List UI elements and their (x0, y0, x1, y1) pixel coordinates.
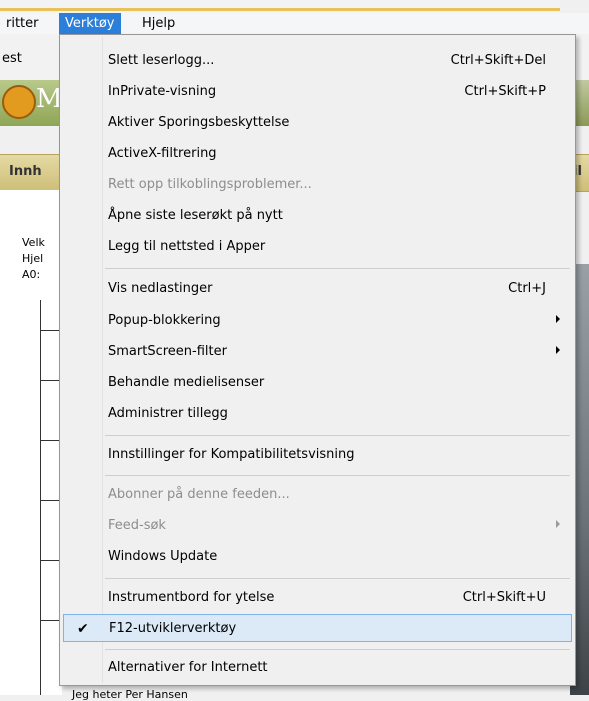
menu-item-shortcut: Ctrl+Skift+Del (450, 53, 546, 68)
menu-item-label: Behandle medielisenser (108, 375, 265, 390)
menu-item-label: Vis nedlastinger (108, 281, 213, 296)
tree-connector (40, 330, 60, 331)
menu-item-label: ActiveX-filtrering (108, 146, 217, 161)
tree-item[interactable]: A0: (22, 268, 40, 281)
window-top-strip (0, 0, 560, 13)
menu-help[interactable]: Hjelp (136, 13, 181, 34)
menu-item-label: Åpne siste leserøkt på nytt (108, 208, 283, 223)
menu-item-label: Instrumentbord for ytelse (108, 590, 275, 605)
tree-connector (40, 560, 60, 561)
menu-item-compatibility-settings[interactable]: Innstillinger for Kompatibilitetsvisning (63, 441, 572, 469)
menu-item-tracking-protection[interactable]: Aktiver Sporingsbeskyttelse (63, 109, 572, 137)
menu-item-view-downloads[interactable]: Vis nedlastinger Ctrl+J (63, 275, 572, 303)
tree-connector (40, 380, 60, 381)
checkmark-icon: ✔ (77, 621, 89, 637)
menu-item-shortcut: Ctrl+Skift+U (462, 590, 546, 605)
tree-item[interactable]: Hjel (22, 252, 43, 265)
tree-item[interactable]: Velk (22, 236, 45, 249)
menu-item-label: Administrer tillegg (108, 406, 228, 421)
menu-item-f12-developer-tools[interactable]: ✔ F12-utviklerverktøy (63, 614, 572, 642)
menu-favorites[interactable]: ritter (0, 13, 45, 34)
menu-item-activex-filtering[interactable]: ActiveX-filtrering (63, 140, 572, 168)
tree-connector (40, 620, 60, 621)
favorites-text[interactable]: est (2, 51, 22, 66)
menu-item-popup-blocker[interactable]: Popup-blokkering (63, 307, 572, 335)
submenu-arrow-icon (556, 346, 560, 354)
menu-item-label: Windows Update (108, 549, 218, 564)
menu-item-label: SmartScreen-filter (108, 344, 227, 359)
submenu-arrow-icon (556, 520, 560, 528)
menu-bar: ritter Verktøy Hjelp (0, 13, 589, 35)
menu-item-feed-discovery: Feed-søk (63, 512, 572, 540)
menu-item-label: Popup-blokkering (108, 313, 221, 328)
menu-item-label: Aktiver Sporingsbeskyttelse (108, 115, 290, 130)
submenu-arrow-icon (556, 315, 560, 323)
menu-item-reopen-session[interactable]: Åpne siste leserøkt på nytt (63, 202, 572, 230)
menu-item-manage-addons[interactable]: Administrer tillegg (63, 400, 572, 428)
menu-item-label: Slett leserlogg... (108, 53, 215, 68)
tree-connector (40, 500, 60, 501)
gold-accent-line (0, 8, 560, 11)
menu-separator (105, 649, 570, 650)
tools-dropdown-menu: Slett leserlogg... Ctrl+Skift+Del InPriv… (59, 34, 576, 686)
menu-item-shortcut: Ctrl+J (508, 281, 546, 296)
menu-item-internet-options[interactable]: Alternativer for Internett (63, 654, 572, 682)
menu-item-label: InPrivate-visning (108, 84, 217, 99)
menu-separator (105, 435, 570, 436)
site-tab-left[interactable]: Innh (9, 164, 42, 179)
menu-separator (105, 578, 570, 579)
menu-item-label: Alternativer for Internett (108, 660, 268, 675)
menu-item-fix-connection: Rett opp tilkoblingsproblemer... (63, 171, 572, 199)
menu-item-media-licenses[interactable]: Behandle medielisenser (63, 369, 572, 397)
menu-item-label: Abonner på denne feeden... (108, 487, 290, 502)
menu-item-label: F12-utviklerverktøy (109, 621, 237, 636)
menu-item-windows-update[interactable]: Windows Update (63, 543, 572, 571)
menu-item-label: Legg til nettsted i Apper (108, 239, 266, 254)
site-logo-icon (2, 85, 36, 119)
menu-item-label: Rett opp tilkoblingsproblemer... (108, 177, 312, 192)
tree-connector (40, 300, 41, 695)
menu-separator (105, 475, 570, 476)
menu-separator (105, 268, 570, 269)
tree-connector (40, 440, 60, 441)
menu-item-delete-history[interactable]: Slett leserlogg... Ctrl+Skift+Del (63, 47, 572, 75)
menu-tools[interactable]: Verktøy (59, 13, 121, 34)
menu-item-shortcut: Ctrl+Skift+P (464, 84, 546, 99)
menu-item-subscribe-feed: Abonner på denne feeden... (63, 481, 572, 509)
menu-item-label: Innstillinger for Kompatibilitetsvisning (108, 447, 355, 462)
menu-item-add-site-to-apps[interactable]: Legg til nettsted i Apper (63, 233, 572, 261)
menu-item-performance-dashboard[interactable]: Instrumentbord for ytelse Ctrl+Skift+U (63, 584, 572, 612)
menu-item-smartscreen[interactable]: SmartScreen-filter (63, 338, 572, 366)
menu-item-inprivate[interactable]: InPrivate-visning Ctrl+Skift+P (63, 78, 572, 106)
menu-item-label: Feed-søk (108, 518, 166, 533)
